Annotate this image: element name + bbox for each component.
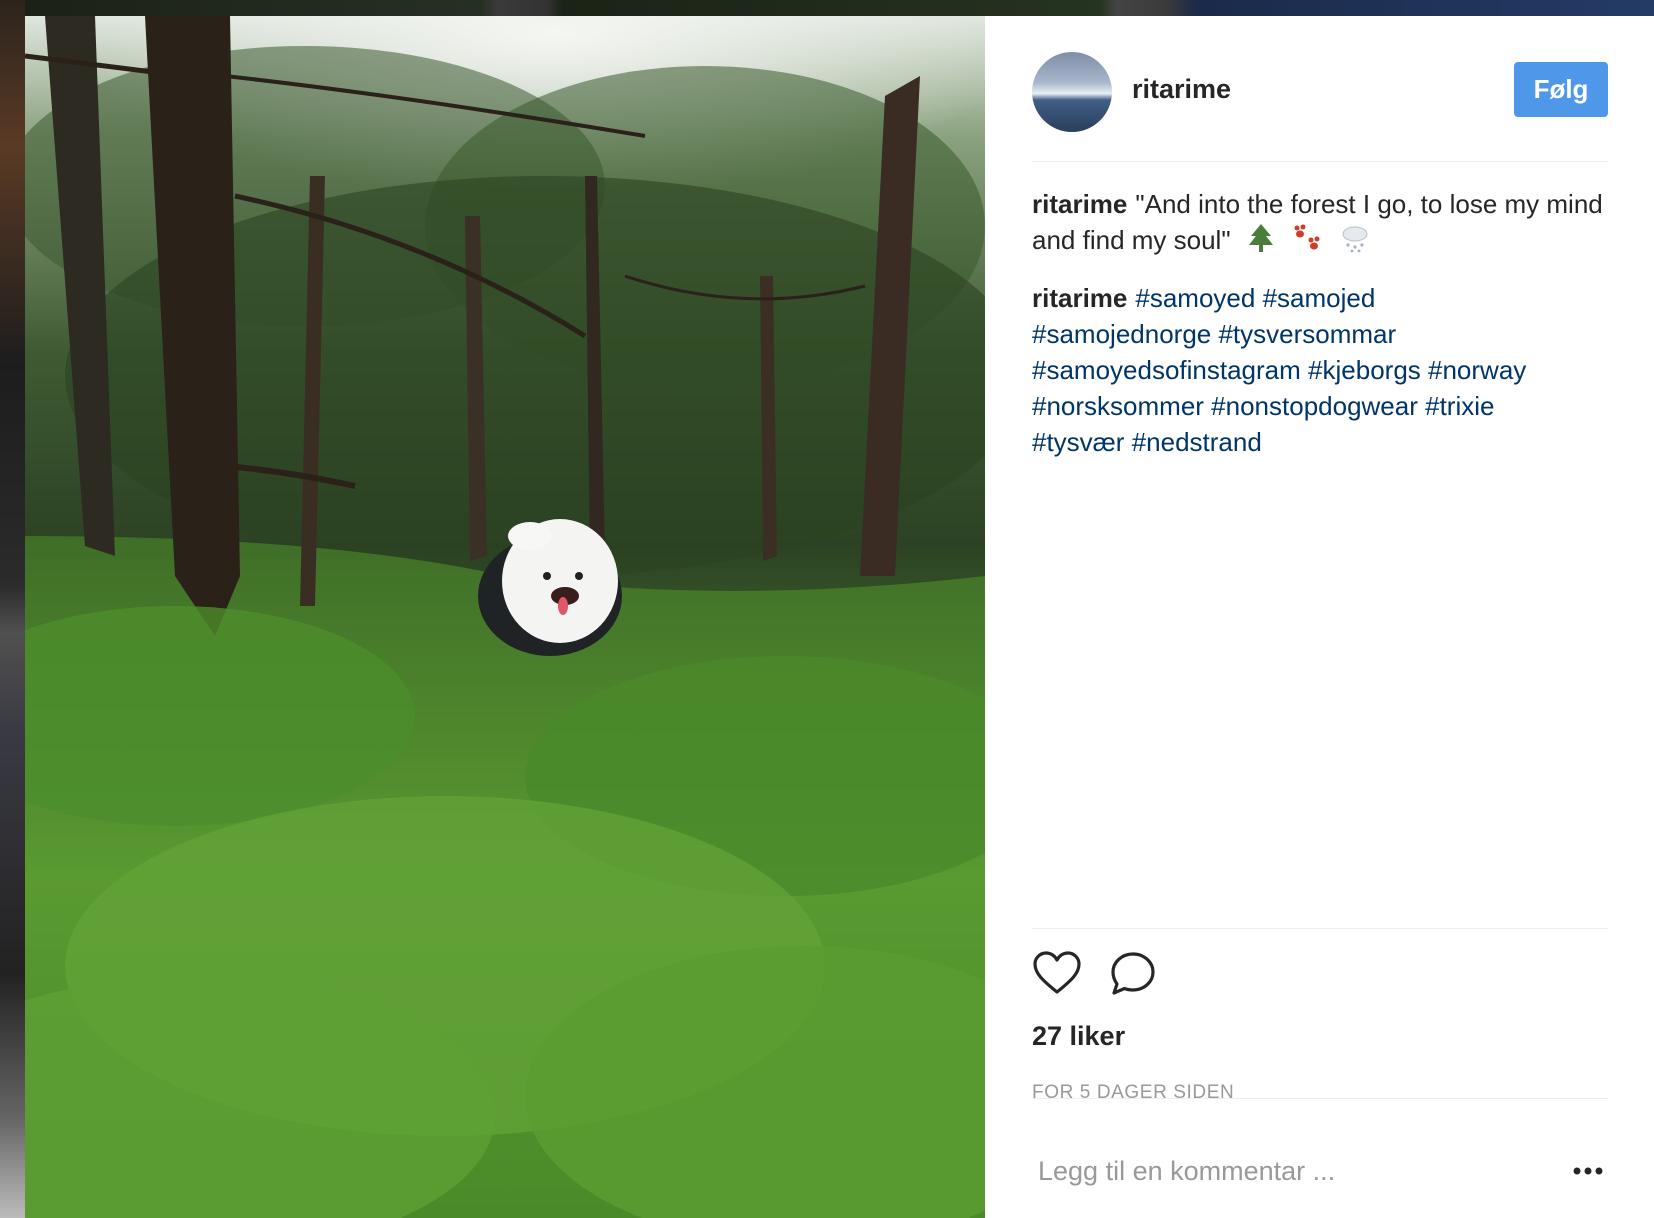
hashtag[interactable]: #samoyed: [1135, 283, 1255, 313]
hashtag[interactable]: #samojed: [1263, 283, 1376, 313]
post-timestamp: FOR 5 DAGER SIDEN: [1032, 1082, 1235, 1103]
evergreen-tree-icon: [1248, 223, 1274, 262]
header-username[interactable]: ritarime: [1132, 74, 1231, 105]
actions-divider: [1032, 928, 1608, 929]
forest-dog-illustration: [25, 16, 985, 1218]
header-divider: [1032, 161, 1608, 162]
comment-input[interactable]: [1032, 1146, 1554, 1196]
caption: ritarime "And into the forest I go, to lo…: [1032, 186, 1608, 262]
avatar[interactable]: [1032, 52, 1112, 132]
hashtag[interactable]: #tysvær: [1032, 427, 1124, 457]
comment-icon[interactable]: [1108, 949, 1158, 999]
background-strip-top: [25, 0, 1654, 16]
hashtag[interactable]: #norsksommer: [1032, 391, 1204, 421]
comment-username[interactable]: ritarime: [1032, 283, 1127, 313]
hashtag[interactable]: #kjeborgs: [1308, 355, 1421, 385]
hashtag[interactable]: #samojednorge: [1032, 319, 1211, 349]
hashtag[interactable]: #samoyedsofinstagram: [1032, 355, 1301, 385]
hashtag[interactable]: #nedstrand: [1132, 427, 1262, 457]
hashtag-comment: ritarime #samoyed #samojed #samojednorge …: [1032, 280, 1608, 460]
heart-icon[interactable]: [1032, 949, 1082, 999]
likes-count[interactable]: 27 liker: [1032, 1021, 1125, 1052]
more-options-icon[interactable]: [1568, 1156, 1608, 1186]
cloud-snow-icon: [1340, 223, 1370, 262]
hashtag[interactable]: #nonstopdogwear: [1211, 391, 1418, 421]
post-details-panel: ritarime Følg ritarime "And into the fore…: [985, 16, 1654, 1218]
post-header: ritarime Følg: [1032, 52, 1608, 134]
paw-prints-icon: [1291, 223, 1323, 262]
caption-username[interactable]: ritarime: [1032, 189, 1127, 219]
comment-divider: [1032, 1098, 1608, 1099]
post-photo: [25, 16, 985, 1218]
hashtag[interactable]: #norway: [1428, 355, 1526, 385]
background-strip-left: [0, 0, 25, 1218]
hashtag[interactable]: #tysversommar: [1218, 319, 1396, 349]
hashtag[interactable]: #trixie: [1425, 391, 1494, 421]
follow-button[interactable]: Følg: [1514, 62, 1608, 117]
